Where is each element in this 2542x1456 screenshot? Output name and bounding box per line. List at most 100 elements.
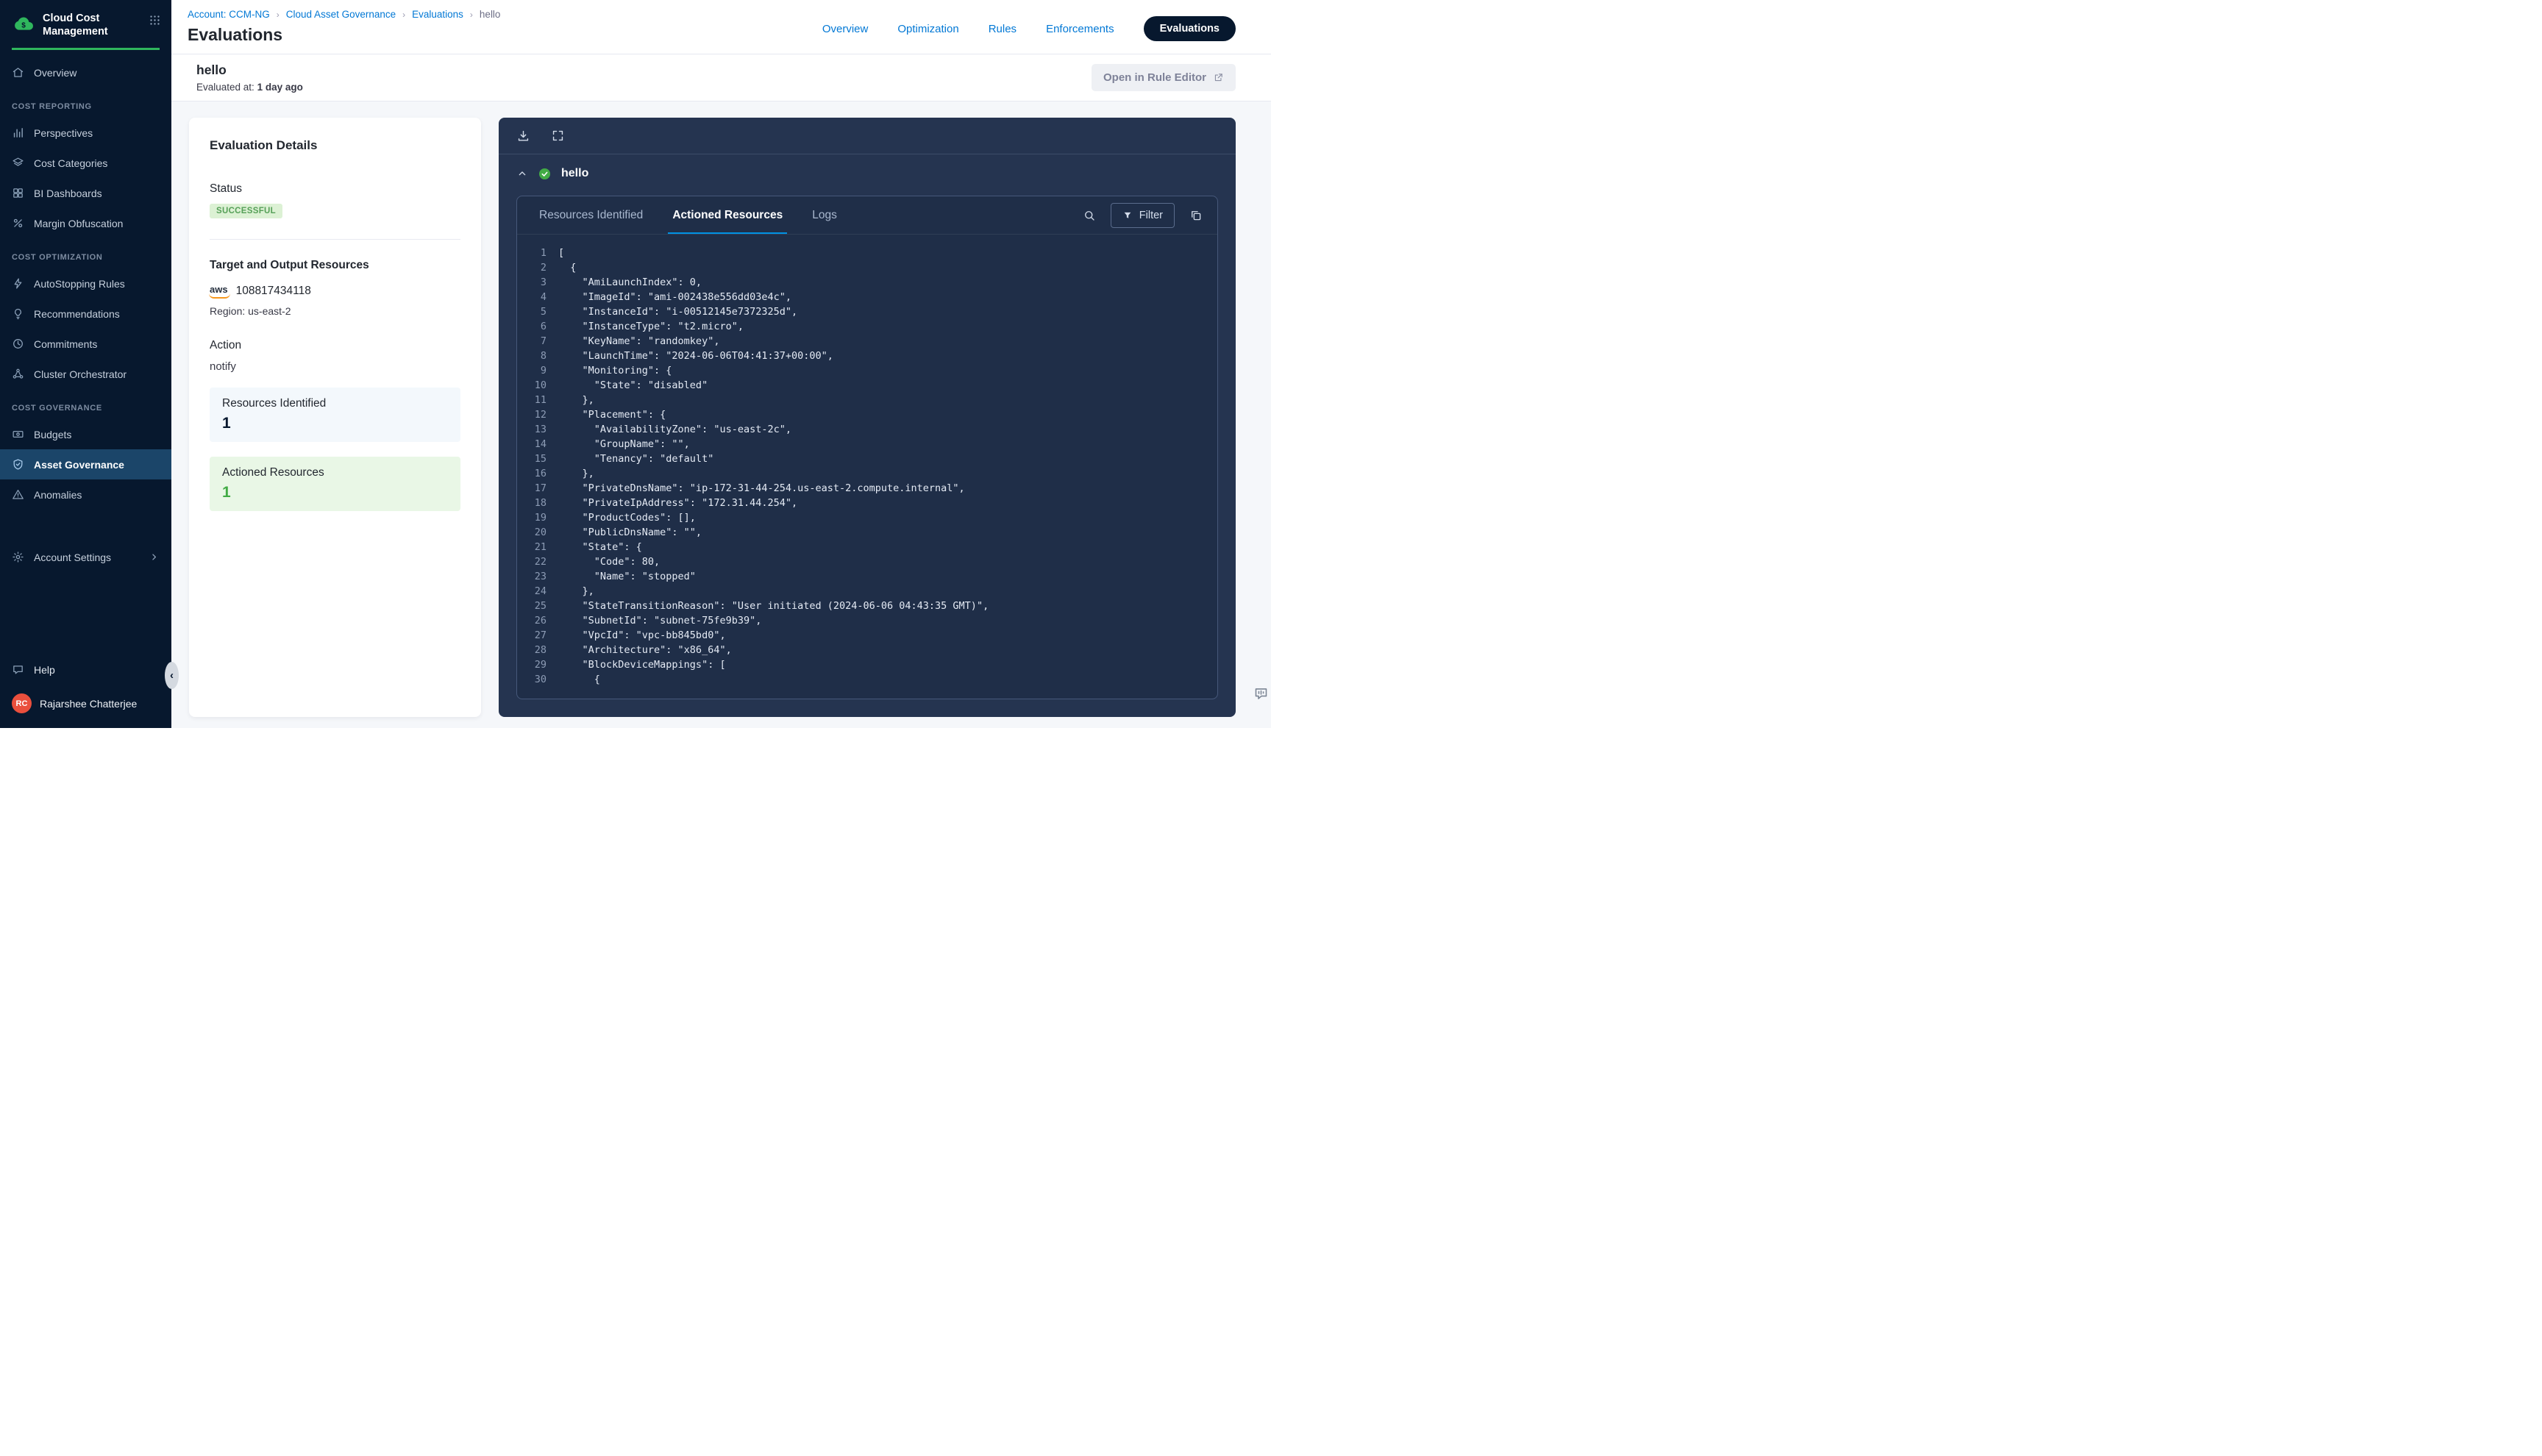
copy-icon[interactable]	[1189, 209, 1203, 222]
sidebar-header: $ Cloud Cost Management	[0, 0, 171, 50]
app-title: Cloud Cost Management	[43, 12, 119, 38]
breadcrumb-separator: ›	[402, 10, 405, 20]
sidebar-item-overview[interactable]: Overview	[0, 57, 171, 88]
bulb-icon	[12, 307, 24, 320]
home-icon	[12, 66, 24, 79]
sidebar-item-budgets[interactable]: Budgets	[0, 419, 171, 449]
nav-link-evaluations-active[interactable]: Evaluations	[1144, 16, 1236, 41]
code-text: "PrivateIpAddress": "172.31.44.254",	[558, 496, 797, 510]
clock-icon	[12, 338, 24, 350]
check-circle-icon	[538, 167, 552, 181]
sidebar-item-bi-dashboards[interactable]: BI Dashboards	[0, 178, 171, 208]
code-text: "Name": "stopped"	[558, 569, 696, 584]
breadcrumb-account[interactable]: Account: CCM-NG	[188, 9, 270, 20]
sidebar-item-label: Account Settings	[34, 552, 111, 563]
line-number: 5	[517, 304, 547, 319]
evaluation-title-block: hello Evaluated at: 1 day ago	[196, 63, 303, 93]
code-text: },	[558, 584, 594, 599]
code-line: 5 "InstanceId": "i-00512145e7372325d",	[517, 304, 1217, 319]
code-block[interactable]: 1[2 {3 "AmiLaunchIndex": 0,4 "ImageId": …	[517, 235, 1217, 699]
fullscreen-icon[interactable]	[551, 129, 565, 143]
code-line: 12 "Placement": {	[517, 407, 1217, 422]
code-line: 15 "Tenancy": "default"	[517, 452, 1217, 466]
line-number: 3	[517, 275, 547, 290]
evaluated-at-label: Evaluated at:	[196, 82, 254, 93]
line-number: 11	[517, 393, 547, 407]
code-line: 7 "KeyName": "randomkey",	[517, 334, 1217, 349]
external-link-icon	[1213, 72, 1224, 83]
sidebar-item-perspectives[interactable]: Perspectives	[0, 118, 171, 148]
card-divider	[210, 239, 460, 240]
code-text: "InstanceType": "t2.micro",	[558, 319, 744, 334]
nav-link-enforcements[interactable]: Enforcements	[1046, 23, 1114, 35]
code-line: 10 "State": "disabled"	[517, 378, 1217, 393]
line-number: 10	[517, 378, 547, 393]
code-line: 9 "Monitoring": {	[517, 363, 1217, 378]
nav-link-optimization[interactable]: Optimization	[897, 23, 958, 35]
nav-link-overview[interactable]: Overview	[822, 23, 869, 35]
breadcrumb-evaluations[interactable]: Evaluations	[412, 9, 463, 20]
stat-value: 1	[222, 484, 448, 502]
breadcrumb: Account: CCM-NG › Cloud Asset Governance…	[188, 9, 500, 20]
chevron-up-icon[interactable]	[516, 168, 528, 179]
help-button[interactable]: Help	[12, 659, 160, 680]
download-icon[interactable]	[516, 129, 530, 143]
code-text: "AmiLaunchIndex": 0,	[558, 275, 702, 290]
sidebar-item-anomalies[interactable]: Anomalies	[0, 479, 171, 510]
evaluation-subheader: hello Evaluated at: 1 day ago Open in Ru…	[171, 54, 1271, 101]
sidebar-item-label: AutoStopping Rules	[34, 278, 125, 290]
line-number: 7	[517, 334, 547, 349]
sidebar-item-cost-categories[interactable]: Cost Categories	[0, 148, 171, 178]
code-text: "ImageId": "ami-002438e556dd03e4c",	[558, 290, 791, 304]
nav-link-rules[interactable]: Rules	[989, 23, 1017, 35]
code-line: 28 "Architecture": "x86_64",	[517, 643, 1217, 657]
line-number: 19	[517, 510, 547, 525]
search-icon[interactable]	[1083, 209, 1096, 222]
filter-button[interactable]: Filter	[1111, 203, 1175, 228]
code-text: "Monitoring": {	[558, 363, 672, 378]
avatar: RC	[12, 693, 32, 713]
sidebar-item-margin-obfuscation[interactable]: Margin Obfuscation	[0, 208, 171, 238]
open-rule-editor-button[interactable]: Open in Rule Editor	[1092, 64, 1236, 91]
user-name: Rajarshee Chatterjee	[40, 698, 137, 710]
apps-grid-icon[interactable]	[149, 12, 161, 26]
module-nav: Overview Optimization Rules Enforcements…	[822, 9, 1236, 41]
tab-actioned-resources[interactable]: Actioned Resources	[668, 196, 787, 234]
tab-resources-identified[interactable]: Resources Identified	[535, 196, 647, 234]
support-chat-icon[interactable]	[1253, 686, 1269, 702]
line-number: 9	[517, 363, 547, 378]
sidebar-item-label: Budgets	[34, 429, 71, 440]
aws-logo-icon: aws	[210, 284, 228, 299]
tab-logs[interactable]: Logs	[808, 196, 841, 234]
line-number: 15	[517, 452, 547, 466]
code-line: 8 "LaunchTime": "2024-06-06T04:41:37+00:…	[517, 349, 1217, 363]
ccm-logo-icon: $	[12, 12, 35, 35]
viewer-toolbar	[499, 118, 1236, 154]
details-card-title: Evaluation Details	[210, 138, 460, 153]
breadcrumb-cloud-asset-governance[interactable]: Cloud Asset Governance	[286, 9, 396, 20]
line-number: 28	[517, 643, 547, 657]
line-number: 23	[517, 569, 547, 584]
evaluated-at: Evaluated at: 1 day ago	[196, 82, 303, 93]
help-chat-icon	[12, 663, 24, 676]
sidebar-item-label: Anomalies	[34, 489, 82, 501]
sidebar-item-label: Cost Categories	[34, 157, 107, 169]
sidebar-item-label: Asset Governance	[34, 459, 124, 471]
target-account-row: aws 108817434118	[210, 284, 460, 299]
sidebar-collapse-handle[interactable]: ‹	[165, 662, 179, 689]
sidebar-item-asset-governance[interactable]: Asset Governance	[0, 449, 171, 479]
user-profile[interactable]: RC Rajarshee Chatterjee	[12, 693, 160, 713]
sidebar-item-commitments[interactable]: Commitments	[0, 329, 171, 359]
sidebar-footer: Help RC Rajarshee Chatterjee	[0, 649, 171, 728]
line-number: 30	[517, 672, 547, 687]
sidebar-item-cluster-orchestrator[interactable]: Cluster Orchestrator	[0, 359, 171, 389]
percent-icon	[12, 217, 24, 229]
line-number: 18	[517, 496, 547, 510]
code-line: 6 "InstanceType": "t2.micro",	[517, 319, 1217, 334]
top-header: Account: CCM-NG › Cloud Asset Governance…	[171, 0, 1271, 54]
sidebar-item-recommendations[interactable]: Recommendations	[0, 299, 171, 329]
sidebar-item-autostopping-rules[interactable]: AutoStopping Rules	[0, 268, 171, 299]
line-number: 14	[517, 437, 547, 452]
sidebar-item-account-settings[interactable]: Account Settings	[0, 542, 171, 572]
status-badge: SUCCESSFUL	[210, 204, 282, 218]
